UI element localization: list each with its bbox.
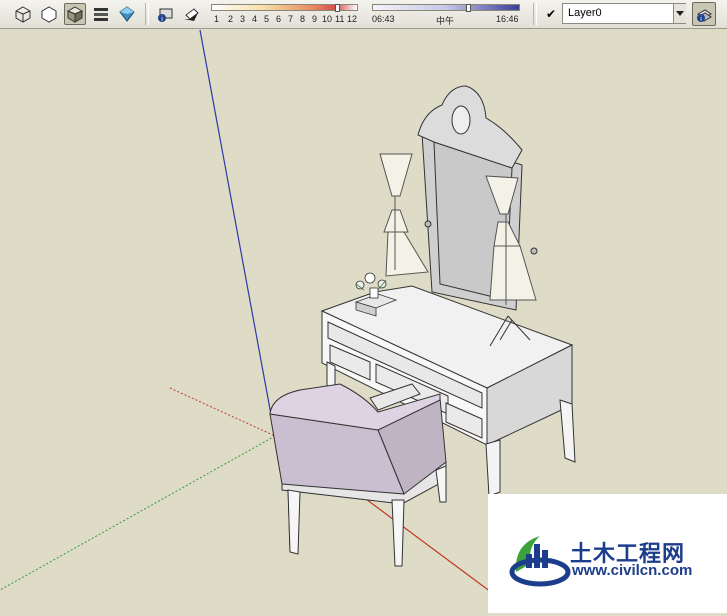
lamp-left xyxy=(379,153,429,277)
chair-leg-front-right xyxy=(391,499,405,567)
red-axis-dotted-line xyxy=(169,387,276,437)
mirror-crest-oval xyxy=(451,105,471,135)
layer-select-value: Layer0 xyxy=(568,7,602,19)
wall-knob-right xyxy=(530,247,538,255)
shaded-textures-style-icon xyxy=(94,8,108,21)
month-tick: 9 xyxy=(312,14,318,24)
time-slider-gradient xyxy=(372,4,520,11)
shaded-textures-style-button[interactable] xyxy=(90,3,112,25)
blue-axis-line xyxy=(199,29,273,421)
leg-back-right xyxy=(559,399,576,463)
wireframe-style-icon xyxy=(41,6,57,23)
current-layer-check-icon: ✔ xyxy=(546,7,557,21)
monochrome-style-icon xyxy=(119,6,135,22)
month-tick: 7 xyxy=(288,14,294,24)
month-slider[interactable]: 1 2 3 4 5 6 7 8 9 10 11 12 xyxy=(211,4,358,26)
month-tick: 11 xyxy=(335,14,345,24)
month-tick: 4 xyxy=(252,14,258,24)
xray-style-icon xyxy=(15,6,31,23)
time-slider-thumb[interactable] xyxy=(466,4,471,12)
civilcn-logo-icon xyxy=(509,536,571,587)
time-start-label: 06:43 xyxy=(372,14,395,24)
toolbar-separator xyxy=(145,3,149,25)
chair-leg-back-right xyxy=(435,465,447,503)
chair-leg-front-left xyxy=(287,489,301,555)
time-noon-label: 中午 xyxy=(436,16,455,26)
toolbar: i 1 2 3 4 5 6 7 8 9 10 11 12 06:43 中午 16… xyxy=(0,0,727,29)
toolbar-separator xyxy=(533,3,537,25)
month-tick: 5 xyxy=(264,14,270,24)
month-tick: 12 xyxy=(347,14,358,24)
shadow-settings-icon: i xyxy=(158,8,173,23)
month-slider-thumb[interactable] xyxy=(335,4,340,12)
shaded-style-button[interactable] xyxy=(64,3,86,25)
month-tick: 2 xyxy=(228,14,234,24)
month-tick: 3 xyxy=(240,14,246,24)
layer-dropdown-button[interactable] xyxy=(673,4,686,23)
monochrome-style-button[interactable] xyxy=(116,3,138,25)
watermark-url: www.civilcn.com xyxy=(572,562,693,579)
wall-knob-left xyxy=(424,220,432,228)
layer-manager-button[interactable]: i xyxy=(692,2,716,26)
month-tick: 10 xyxy=(322,14,333,24)
month-tick: 6 xyxy=(276,14,282,24)
month-tick: 8 xyxy=(300,14,306,24)
leg-front-right xyxy=(485,439,501,497)
display-shadows-button[interactable] xyxy=(180,3,202,25)
wireframe-style-button[interactable] xyxy=(38,3,60,25)
time-end-label: 16:46 xyxy=(496,14,519,24)
xray-style-button[interactable] xyxy=(12,3,34,25)
site-watermark: 土木工程网 www.civilcn.com xyxy=(488,494,727,613)
green-axis-line xyxy=(0,435,276,591)
display-shadows-icon xyxy=(184,8,199,21)
chevron-down-icon xyxy=(676,10,684,16)
month-tick: 1 xyxy=(214,14,220,24)
layer-select[interactable]: Layer0 xyxy=(562,3,686,24)
shaded-style-icon xyxy=(66,6,84,23)
layer-manager-icon: i xyxy=(697,9,712,23)
time-slider[interactable]: 06:43 中午 16:46 xyxy=(372,4,520,26)
shadow-settings-button[interactable]: i xyxy=(154,3,176,25)
